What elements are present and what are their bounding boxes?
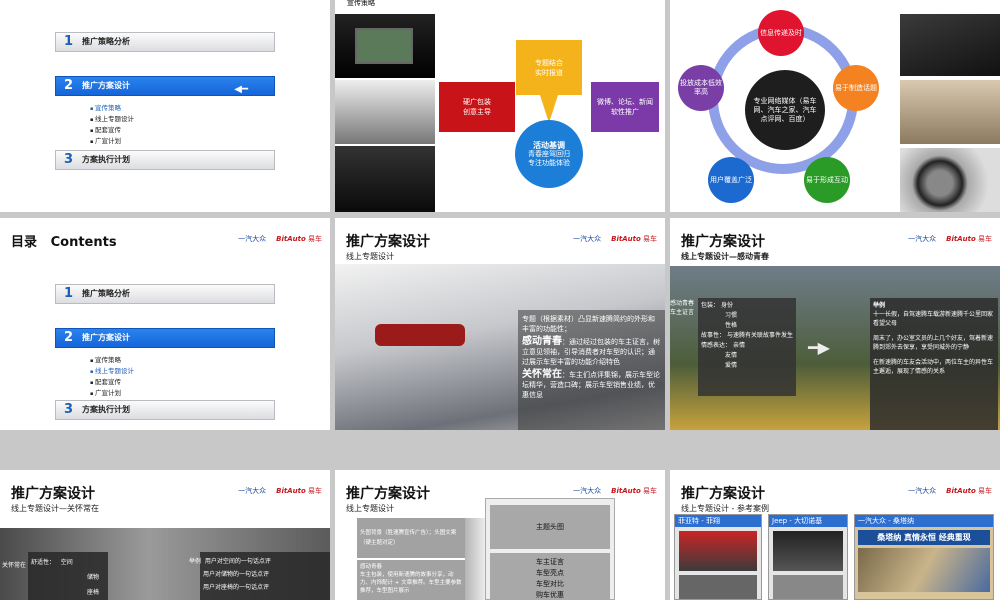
down-arrow-icon — [540, 95, 558, 123]
menu-item-plan[interactable]: 3 方案执行计划 — [55, 150, 275, 170]
arrow-left-icon: ◀━ — [234, 84, 248, 95]
content-block: 车主证言 车型亮点 车型对比 购车优惠 — [490, 553, 610, 600]
gear-shift-photo — [900, 14, 1000, 76]
car-front-photo — [335, 80, 435, 144]
page-subtitle: 线上专题设计 - 参考案例 — [681, 504, 769, 513]
case-santana[interactable]: 一汽大众 - 桑塔纳 桑塔纳 真情永恒 经典重现 — [854, 514, 994, 600]
right-panel: 举例 十一长假，自驾速腾车载游新速腾千公里回家看望父母 周末了，办公室文员的上几… — [870, 298, 998, 430]
menu-item-strategy[interactable]: 1 推广策略分析 — [55, 32, 275, 52]
controls-photo — [335, 146, 435, 212]
page-subtitle: 线上专题设计—感动青春 — [681, 252, 769, 261]
menu-item-design[interactable]: 2 推广方案设计 ◀━ — [55, 76, 275, 96]
page-subtitle: 线上专题设计 — [346, 504, 394, 513]
left-box: 硬广包装 创意主导 — [439, 82, 515, 132]
seats-photo — [900, 80, 1000, 144]
right-box: 微博、论坛、新闻 软性推广 — [591, 82, 659, 132]
brand-logos: 一汽大众 BitAuto 易车 — [573, 235, 657, 243]
slide-caring[interactable]: 推广方案设计 线上专题设计—关怀常在 一汽大众 BitAuto 易车 舒适性： 空… — [0, 470, 330, 600]
submenu: 宣传策略 线上专题设计 配套宣传 广宣计划 — [90, 103, 134, 147]
slide-youth[interactable]: 推广方案设计 线上专题设计—感动青春 一汽大众 BitAuto 易车 包装： 身份… — [670, 218, 1000, 430]
text-overlay: 专题（根据素材）凸显新速腾简约的外形和丰富的功能性； 感动青春：通过经过包装的车… — [518, 310, 665, 430]
page-title: 推广方案设计 — [346, 234, 430, 250]
right-panel: 举例 用户对空间的一句话点评 用户对储物的一句话点评 用户对座椅的一句话点评 — [189, 552, 330, 600]
node-1: 信息传递及时 — [758, 10, 804, 56]
slide-toc-1[interactable]: 1推广策略分析 2推广方案设计 ◀━ 宣传策略 线上专题设计 配套宣传 广宣计划… — [0, 0, 330, 212]
page-title: 推广方案设计 — [11, 486, 95, 502]
left-box-1: 头图背景（胜速腾宣传广告）；头图文案（硬主题对定） — [357, 518, 465, 558]
wheel-photo — [900, 148, 1000, 212]
brand-logos: 一汽大众 BitAuto 易车 — [238, 487, 322, 495]
menu-item-strategy[interactable]: 1 推广策略分析 — [55, 284, 275, 304]
page-title: 目录 Contents — [11, 235, 117, 250]
node-2: 易于制造话题 — [833, 65, 879, 111]
page-subtitle: 线上专题设计—关怀常在 — [11, 504, 99, 513]
node-4: 用户覆盖广泛 — [708, 157, 754, 203]
center-node: 专业网络媒体（易车网、汽车之家、汽车点评网、百度） — [745, 70, 825, 150]
santana-banner: 桑塔纳 真情永恒 经典重现 — [858, 530, 990, 545]
left-panel: 舒适性： 空间 储物 座椅 — [28, 552, 108, 600]
node-5: 投放成本低效率高 — [678, 65, 724, 111]
slide-layout[interactable]: 推广方案设计 线上专题设计 一汽大众 BitAuto 易车 头图背景（胜速腾宣传广… — [335, 470, 665, 600]
brand-logos: 一汽大众 BitAuto 易车 — [908, 487, 992, 495]
submenu: 宣传策略 线上专题设计 配套宣传 广宣计划 — [90, 355, 134, 399]
menu-item-plan[interactable]: 3 方案执行计划 — [55, 400, 275, 420]
page-subtitle: 线上专题设计 — [346, 252, 394, 261]
page-title: 推广方案设计 — [681, 486, 765, 502]
page-title: 推广方案设计 — [681, 234, 765, 250]
menu-item-design[interactable]: 2 推广方案设计 — [55, 328, 275, 348]
side-label: 感动青春车主证言 — [670, 300, 695, 316]
case-fiat[interactable]: 菲亚特 - 菲翔 — [674, 514, 762, 600]
layout-frame: 主题头图 车主证言 车型亮点 车型对比 购车优惠 — [485, 498, 615, 600]
side-label: 关怀常在 — [2, 562, 27, 569]
slide-online-topic[interactable]: 推广方案设计 线上专题设计 一汽大众 BitAuto 易车 专题（根据素材）凸显新… — [335, 218, 665, 430]
top-box: 专题结合 实时报道 — [516, 40, 582, 95]
slide-strategy[interactable]: 宣传策略 专题结合 实时报道 硬广包装 创意主导 微博、论坛、新闻 软性推广 活… — [335, 0, 665, 212]
left-box-2: 感动青春 车主包装，使用新速腾的故事分享，动力、内饰配计 + 文章推荐。车型主要… — [357, 560, 465, 600]
brand-logos: 一汽大众 BitAuto 易车 — [908, 235, 992, 243]
slide-toc-2[interactable]: 目录 Contents 一汽大众 BitAuto 易车 1 推广策略分析 2 推广方案… — [0, 218, 330, 430]
arrow-right-icon: ━▶ — [808, 338, 830, 357]
brand-logos: 一汽大众 BitAuto 易车 — [573, 487, 657, 495]
left-panel: 包装： 身份 习惯 性格 故事性： 与速腾有关联故事件发生 情感表达： 亲情 友… — [698, 298, 796, 396]
node-3: 易于形成互动 — [804, 157, 850, 203]
slide-media-cycle[interactable]: 专业网络媒体（易车网、汽车之家、汽车点评网、百度） 信息传递及时 易于制造话题 … — [670, 0, 1000, 212]
header-block: 主题头图 — [490, 505, 610, 549]
connector — [465, 518, 485, 600]
slide-header: 宣传策略 — [347, 0, 375, 7]
brand-logos: 一汽大众 BitAuto 易车 — [238, 235, 322, 243]
slide-reference[interactable]: 推广方案设计 线上专题设计 - 参考案例 一汽大众 BitAuto 易车 菲亚特 … — [670, 470, 1000, 600]
dashboard-photo — [335, 14, 435, 78]
page-title: 推广方案设计 — [346, 486, 430, 502]
center-circle: 活动基调 青春座驾回归 专注功能体验 — [515, 120, 583, 188]
case-jeep[interactable]: Jeep - 大切诺基 — [768, 514, 848, 600]
